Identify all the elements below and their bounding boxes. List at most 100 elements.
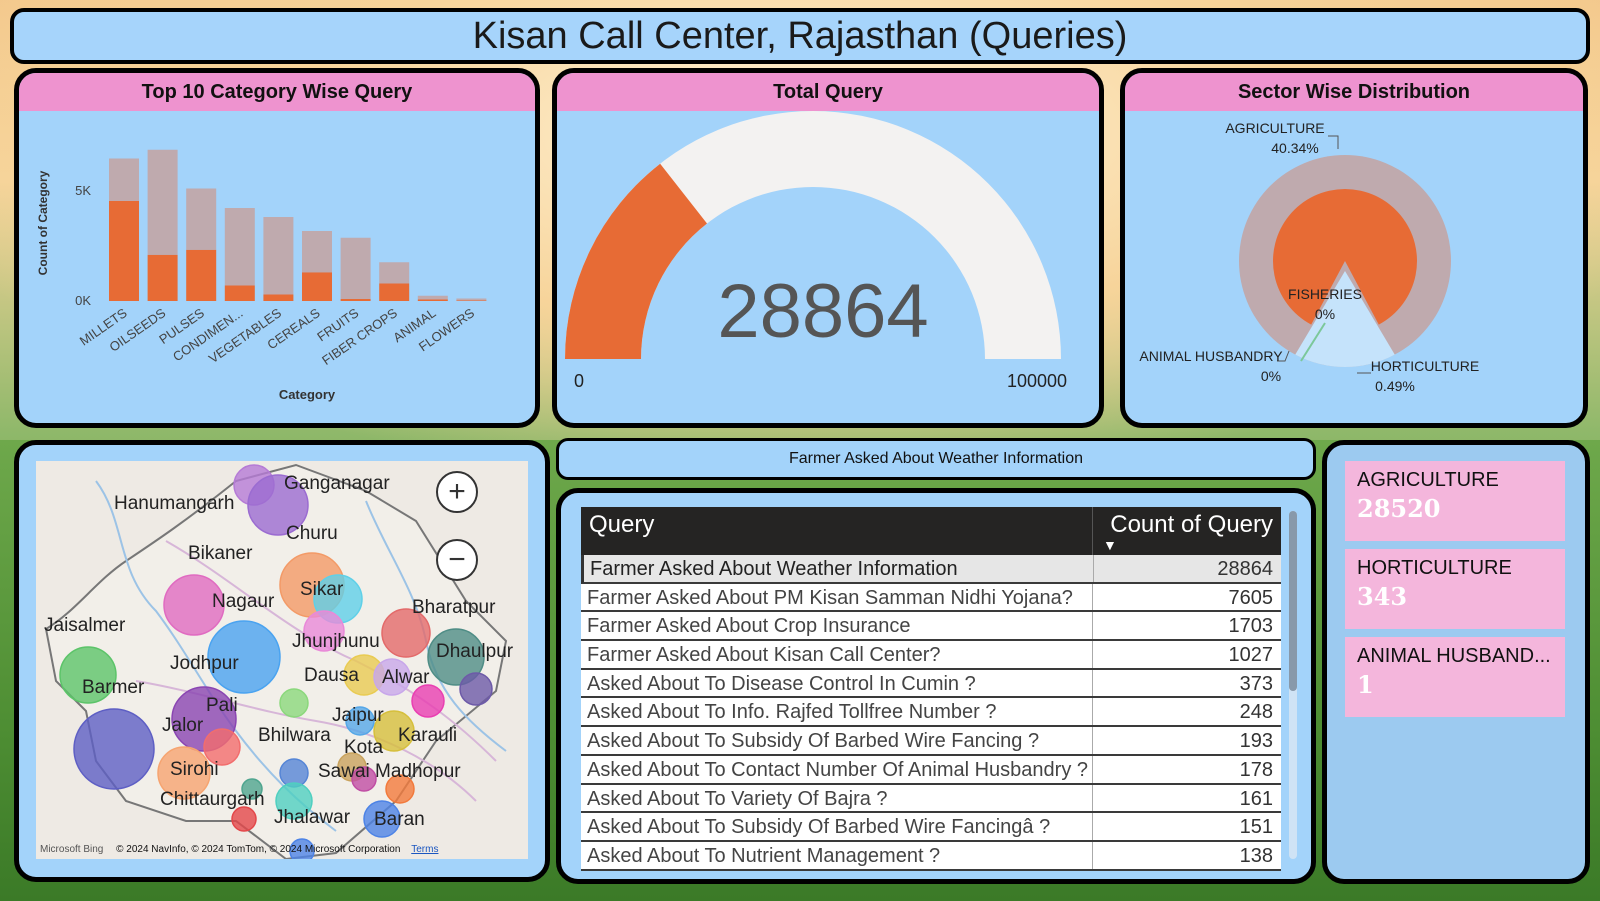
bar-6-series-1[interactable] [340,237,371,299]
bar-0-series-0[interactable] [109,201,139,301]
row-count: 248 [1239,701,1273,724]
row-query: Farmer Asked About Weather Information [584,555,1094,582]
gauge-min: 0 [574,371,584,391]
row-count: 7605 [1228,586,1274,609]
map-label-dausa: Dausa [304,665,359,686]
sector-distribution-title: Sector Wise Distribution [1125,73,1583,111]
bar-2-series-1[interactable] [186,188,217,250]
label-horticulture: HORTICULTURE [1371,358,1479,374]
bar-3-series-0[interactable] [224,285,255,302]
y-tick-5k: 5K [75,183,91,198]
map-terms-link[interactable]: Terms [411,844,438,855]
kpi-label: AGRICULTURE [1357,469,1499,491]
dashboard-title-bar: Kisan Call Center, Rajasthan (Queries) [10,8,1590,64]
y-tick-0k: 0K [75,293,91,308]
kpi-horticulture[interactable]: HORTICULTURE 343 [1345,549,1565,629]
bar-9-series-0[interactable] [456,300,487,302]
bar-9-series-1[interactable] [456,298,487,301]
row-query: Asked About To Disease Control In Cumin … [581,669,1093,697]
map-label-sikar: Sikar [300,579,344,600]
column-header-count[interactable]: Count of Query ▼ [1093,507,1281,555]
table-row[interactable]: Farmer Asked About Weather Information 28… [581,555,1281,584]
map-label-barmer: Barmer [82,677,145,698]
table-row[interactable]: Asked About To Subsidy Of Barbed Wire Fa… [581,813,1281,842]
row-count: 373 [1239,672,1273,695]
table-row[interactable]: Farmer Asked About PM Kisan Samman Nidhi… [581,583,1281,613]
map-label-chittaurgarh: Chittaurgarh [160,789,265,810]
row-query: Asked About To Subsidy Of Barbed Wire Fa… [581,727,1093,754]
map-label-bikaner: Bikaner [188,543,253,564]
map-copyright: © 2024 NavInfo, © 2024 TomTom, © 2024 Mi… [116,844,401,855]
category-chart-title: Top 10 Category Wise Query [19,73,535,111]
bar-8-series-1[interactable] [417,295,448,300]
kpi-agriculture[interactable]: AGRICULTURE 28520 [1345,461,1565,541]
table-header: Query Count of Query ▼ [581,507,1281,555]
bar-4-series-1[interactable] [263,217,294,295]
table-row[interactable]: Asked About To Contact Number Of Animal … [581,755,1281,785]
bar-8-series-0[interactable] [417,299,448,302]
kpi-value: 1 [1357,670,1374,699]
table-scroll-thumb[interactable] [1289,511,1297,691]
zoom-in-button[interactable]: + [436,471,478,513]
bar-7-series-0[interactable] [379,283,410,302]
bar-3-series-1[interactable] [224,208,255,286]
table-row[interactable]: Asked About To Info. Rajfed Tollfree Num… [581,698,1281,728]
map-label-bharatpur: Bharatpur [412,597,496,618]
district-bubble[interactable] [411,684,445,718]
sector-pie-chart[interactable]: AGRICULTURE 40.34% FISHERIES 0% ANIMAL H… [1125,111,1583,423]
district-bubble-map[interactable]: Ganganagar Hanumangarh Churu Bikaner Sik… [36,461,528,859]
zoom-out-button[interactable]: − [436,539,478,581]
row-count: 1703 [1228,615,1274,638]
row-query: Farmer Asked About PM Kisan Samman Nidhi… [581,583,1093,611]
total-query-gauge[interactable]: 28864 0 100000 [557,111,1099,423]
district-bubble[interactable] [73,708,155,790]
district-map-card: Ganganagar Hanumangarh Churu Bikaner Sik… [14,440,550,882]
bar-6-series-0[interactable] [340,299,371,301]
table-row[interactable]: Farmer Asked About Crop Insurance 1703 [581,612,1281,642]
gauge-value: 28864 [717,269,928,354]
row-count: 178 [1239,758,1273,781]
table-row[interactable]: Asked About To Disease Control In Cumin … [581,669,1281,699]
map-label-dhaulpur: Dhaulpur [436,641,514,662]
map-label-jhalawar: Jhalawar [274,807,351,828]
total-query-card: Total Query 28864 0 100000 [552,68,1104,428]
table-row[interactable]: Asked About To Nutrient Management ? 138 [581,841,1281,871]
district-bubble[interactable] [459,672,493,706]
bar-2-series-0[interactable] [186,249,217,301]
bing-logo: Microsoft Bing [40,844,104,855]
table-row[interactable]: Asked About To Variety Of Bajra ? 161 [581,784,1281,814]
bar-0-series-1[interactable] [109,158,139,202]
kpi-animal-husbandry[interactable]: ANIMAL HUSBAND... 1 [1345,637,1565,717]
table-scrollbar[interactable] [1289,511,1297,859]
bar-1-series-0[interactable] [147,254,178,301]
column-header-count-label: Count of Query [1110,511,1273,538]
bar-7-series-1[interactable] [379,262,410,284]
table-row[interactable]: Farmer Asked About Kisan Call Center? 102… [581,641,1281,670]
map-credit: Microsoft Bing © 2024 NavInfo, © 2024 To… [40,844,438,855]
table-row[interactable]: Asked About To Subsidy Of Barbed Wire Fa… [581,727,1281,756]
pct-fisheries: 0% [1315,306,1335,322]
category-bar-chart[interactable]: Count of Category 5K 0K MILLETSOILSEEDSP… [19,111,535,423]
row-count: 151 [1239,816,1273,839]
row-query: Asked About To Nutrient Management ? [581,841,1093,869]
kpi-label: HORTICULTURE [1357,557,1512,579]
row-query: Asked About To Contact Number Of Animal … [581,755,1093,783]
map-label-karauli: Karauli [398,725,458,746]
district-bubble[interactable] [279,688,309,718]
bar-5-series-0[interactable] [302,272,332,301]
bar-4-series-0[interactable] [263,294,294,302]
map-label-sawai-madhopur: Sawai Madhopur [318,761,461,782]
row-query: Asked About To Variety Of Bajra ? [581,784,1093,812]
pct-animal-husbandry: 0% [1261,368,1281,384]
bar-1-series-1[interactable] [147,149,178,255]
row-query: Asked About To Subsidy Of Barbed Wire Fa… [581,813,1093,840]
map-label-sirohi: Sirohi [170,759,219,780]
row-query: Asked About To Info. Rajfed Tollfree Num… [581,698,1093,726]
bar-5-series-1[interactable] [302,231,332,273]
row-query: Farmer Asked About Crop Insurance [581,612,1093,640]
map-label-nagaur: Nagaur [212,591,275,612]
sort-desc-icon[interactable]: ▼ [1103,537,1117,553]
pct-horticulture: 0.49% [1375,378,1415,394]
map-label-hanumangarh: Hanumangarh [114,493,235,514]
column-header-query[interactable]: Query [581,507,1093,555]
